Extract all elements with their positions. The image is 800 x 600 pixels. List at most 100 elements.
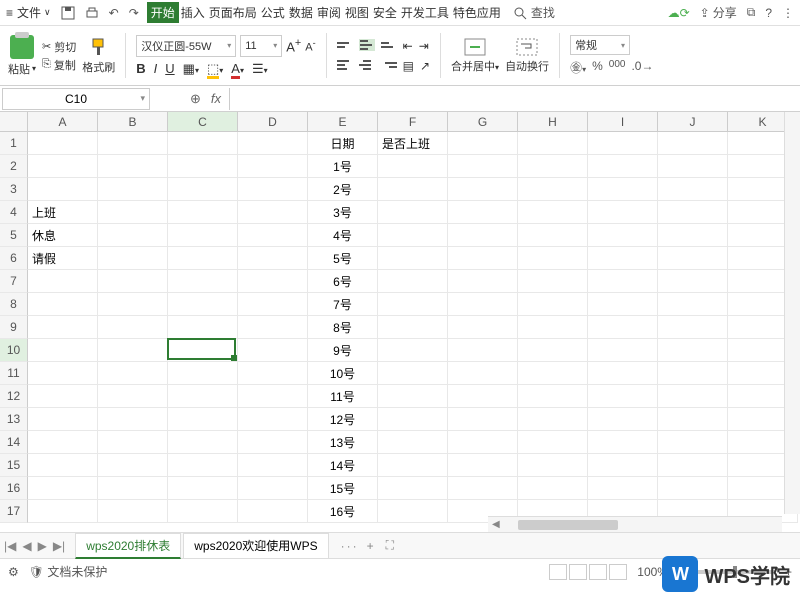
cell[interactable]	[168, 408, 238, 431]
function-wizard-icon[interactable]: ⊕	[190, 91, 201, 107]
bold-button[interactable]: B	[136, 61, 145, 76]
cell[interactable]	[658, 178, 728, 201]
row-header[interactable]: 11	[0, 362, 28, 385]
cell[interactable]	[588, 339, 658, 362]
column-header[interactable]: E	[308, 112, 378, 132]
cell[interactable]	[588, 178, 658, 201]
menu-tab-9[interactable]: 特色应用	[451, 4, 503, 21]
cell[interactable]	[98, 270, 168, 293]
cell[interactable]: 4号	[308, 224, 378, 247]
row-header[interactable]: 16	[0, 477, 28, 500]
cell[interactable]	[168, 293, 238, 316]
formula-bar[interactable]	[229, 88, 800, 110]
cell[interactable]	[378, 178, 448, 201]
cell[interactable]	[28, 454, 98, 477]
cell[interactable]	[168, 500, 238, 523]
increase-font-icon[interactable]: A+	[286, 37, 301, 54]
next-sheet-icon[interactable]: ▶	[38, 539, 47, 553]
more-sheets-icon[interactable]: ···	[341, 539, 359, 553]
normal-view-button[interactable]	[549, 564, 567, 580]
menu-tab-3[interactable]: 公式	[259, 4, 287, 21]
merge-across-button[interactable]: ▤	[403, 59, 414, 73]
cell[interactable]	[168, 201, 238, 224]
cell[interactable]	[448, 132, 518, 155]
cell[interactable]	[378, 293, 448, 316]
undo-icon[interactable]: ↶	[109, 6, 119, 20]
align-bottom-button[interactable]	[381, 39, 397, 51]
cell[interactable]	[28, 408, 98, 431]
cell[interactable]	[98, 454, 168, 477]
cell[interactable]	[658, 155, 728, 178]
cell[interactable]	[98, 178, 168, 201]
cell[interactable]	[238, 224, 308, 247]
cell[interactable]	[168, 385, 238, 408]
cell[interactable]	[448, 155, 518, 178]
cell[interactable]: 是否上班	[378, 132, 448, 155]
cell[interactable]	[238, 362, 308, 385]
cell[interactable]	[238, 155, 308, 178]
cell[interactable]	[378, 270, 448, 293]
borders-button[interactable]: ▦▾	[183, 61, 199, 77]
cell[interactable]	[448, 408, 518, 431]
cell[interactable]: 10号	[308, 362, 378, 385]
cell[interactable]	[378, 500, 448, 523]
cell[interactable]	[588, 293, 658, 316]
fx-icon[interactable]: fx	[211, 91, 221, 106]
sheet-tab[interactable]: wps2020排休表	[75, 533, 181, 559]
cell[interactable]	[168, 270, 238, 293]
row-header[interactable]: 13	[0, 408, 28, 431]
cell[interactable]	[588, 316, 658, 339]
cell[interactable]	[658, 477, 728, 500]
name-box[interactable]: C10 ▾	[2, 88, 150, 110]
cell[interactable]	[588, 155, 658, 178]
cell[interactable]: 8号	[308, 316, 378, 339]
font-color-button[interactable]: A▾	[231, 61, 244, 76]
cell[interactable]: 12号	[308, 408, 378, 431]
decrease-indent-button[interactable]: ⇤	[403, 39, 413, 53]
cell[interactable]	[378, 339, 448, 362]
cell[interactable]	[448, 431, 518, 454]
row-header[interactable]: 9	[0, 316, 28, 339]
cell[interactable]	[518, 270, 588, 293]
cell[interactable]	[238, 408, 308, 431]
row-header[interactable]: 8	[0, 293, 28, 316]
phonetic-button[interactable]: ☰▾	[252, 61, 268, 77]
row-header[interactable]: 15	[0, 454, 28, 477]
cell[interactable]	[448, 362, 518, 385]
row-header[interactable]: 12	[0, 385, 28, 408]
cell[interactable]	[588, 224, 658, 247]
row-header[interactable]: 2	[0, 155, 28, 178]
sheet-tab[interactable]: wps2020欢迎使用WPS	[183, 533, 328, 559]
protect-status[interactable]: 🛡 文档未保护	[29, 563, 108, 580]
row-header[interactable]: 6	[0, 247, 28, 270]
cell[interactable]	[238, 132, 308, 155]
cell[interactable]	[28, 500, 98, 523]
column-header[interactable]: B	[98, 112, 168, 132]
cell[interactable]	[588, 477, 658, 500]
scrollbar-thumb[interactable]	[518, 520, 618, 530]
column-header[interactable]: F	[378, 112, 448, 132]
cell[interactable]	[28, 339, 98, 362]
font-name-select[interactable]: 汉仪正圆-55W▾	[136, 35, 236, 57]
font-size-select[interactable]: 11▾	[240, 35, 282, 57]
cell[interactable]	[28, 385, 98, 408]
column-header[interactable]: A	[28, 112, 98, 132]
row-header[interactable]: 1	[0, 132, 28, 155]
cell[interactable]	[588, 201, 658, 224]
menu-tab-1[interactable]: 插入	[179, 4, 207, 21]
row-header[interactable]: 7	[0, 270, 28, 293]
column-header[interactable]: I	[588, 112, 658, 132]
cell[interactable]	[448, 201, 518, 224]
cell[interactable]: 13号	[308, 431, 378, 454]
cell[interactable]	[588, 270, 658, 293]
cell[interactable]	[448, 339, 518, 362]
row-header[interactable]: 17	[0, 500, 28, 523]
increase-indent-button[interactable]: ⇥	[419, 39, 429, 53]
cell[interactable]	[98, 431, 168, 454]
hamburger-icon[interactable]: ≡	[6, 6, 13, 20]
search-button[interactable]: 查找	[513, 4, 555, 21]
cell[interactable]	[238, 270, 308, 293]
cell[interactable]	[518, 454, 588, 477]
cell[interactable]	[98, 385, 168, 408]
cell[interactable]	[98, 408, 168, 431]
